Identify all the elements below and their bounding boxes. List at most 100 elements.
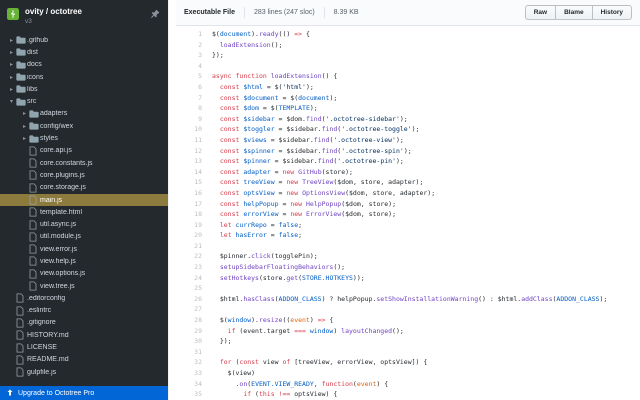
tree-item-history-md[interactable]: HISTORY.md bbox=[0, 329, 168, 341]
tree-item-readme-md[interactable]: README.md bbox=[0, 354, 168, 366]
line-number[interactable]: 26 bbox=[176, 294, 212, 305]
tree-item-label: adapters bbox=[40, 110, 68, 118]
line-number[interactable]: 32 bbox=[176, 357, 212, 368]
line-number[interactable]: 11 bbox=[176, 135, 212, 146]
chevron-right-icon[interactable]: ▸ bbox=[20, 123, 29, 130]
tree-item-icons[interactable]: ▸ icons bbox=[0, 71, 168, 83]
tree-item-core-plugins-js[interactable]: core.plugins.js bbox=[0, 169, 168, 181]
tree-item-main-js[interactable]: main.js bbox=[0, 193, 168, 207]
line-number[interactable]: 18 bbox=[176, 209, 212, 220]
line-number[interactable]: 29 bbox=[176, 326, 212, 337]
chevron-right-icon[interactable]: ▸ bbox=[7, 37, 16, 44]
folder-icon bbox=[16, 61, 27, 69]
line-content: let hasError = false; bbox=[219, 231, 303, 240]
line-number[interactable]: 14 bbox=[176, 167, 212, 178]
tree-item-gitignore[interactable]: .gitignore bbox=[0, 317, 168, 329]
line-number[interactable]: 27 bbox=[176, 304, 212, 315]
tree-item-editorconfig[interactable]: .editorconfig bbox=[0, 292, 168, 304]
sidebar-resize-gutter[interactable] bbox=[168, 0, 176, 400]
code-line: 19 let currRepo = false; bbox=[176, 220, 640, 231]
tree-item-core-api-js[interactable]: core.api.js bbox=[0, 145, 168, 157]
tree-item-core-storage-js[interactable]: core.storage.js bbox=[0, 182, 168, 194]
tree-item-styles[interactable]: ▸ styles bbox=[0, 132, 168, 144]
line-number[interactable]: 12 bbox=[176, 146, 212, 157]
file-mode-label: Executable File bbox=[184, 9, 235, 16]
tree-item-view-help-js[interactable]: view.help.js bbox=[0, 255, 168, 267]
line-number[interactable]: 13 bbox=[176, 156, 212, 167]
line-number[interactable]: 23 bbox=[176, 262, 212, 273]
tree-item-dist[interactable]: ▸ dist bbox=[0, 46, 168, 58]
line-number[interactable]: 25 bbox=[176, 283, 212, 294]
raw-button[interactable]: Raw bbox=[524, 5, 557, 20]
line-number[interactable]: 20 bbox=[176, 230, 212, 241]
tree-item-core-constants-js[interactable]: core.constants.js bbox=[0, 157, 168, 169]
chevron-right-icon[interactable]: ▸ bbox=[20, 135, 29, 142]
chevron-right-icon[interactable]: ▸ bbox=[7, 86, 16, 93]
blame-button[interactable]: Blame bbox=[555, 5, 593, 20]
line-number[interactable]: 31 bbox=[176, 347, 212, 358]
repo-title[interactable]: ovity / octotree bbox=[25, 7, 150, 16]
line-number[interactable]: 7 bbox=[176, 93, 212, 104]
tree-item-view-tree-js[interactable]: view.tree.js bbox=[0, 280, 168, 292]
line-number[interactable]: 35 bbox=[176, 389, 212, 400]
folder-icon bbox=[16, 36, 27, 44]
tree-item-libs[interactable]: ▸ libs bbox=[0, 83, 168, 95]
file-actions-group: Raw Blame History bbox=[524, 5, 632, 20]
line-number[interactable]: 6 bbox=[176, 82, 212, 93]
line-number[interactable]: 2 bbox=[176, 40, 212, 51]
code-line: 15 const treeView = new TreeView($dom, s… bbox=[176, 177, 640, 188]
tree-item-adapters[interactable]: ▸ adapters bbox=[0, 108, 168, 120]
line-number[interactable]: 30 bbox=[176, 336, 212, 347]
pin-icon[interactable] bbox=[150, 9, 160, 19]
upgrade-to-pro-banner[interactable]: Upgrade to Octotree Pro bbox=[0, 386, 168, 400]
chevron-right-icon[interactable]: ▸ bbox=[7, 49, 16, 56]
history-button[interactable]: History bbox=[591, 5, 632, 20]
tree-item-util-async-js[interactable]: util.async.js bbox=[0, 218, 168, 230]
tree-item-gulpfile-js[interactable]: gulpfile.js bbox=[0, 366, 168, 378]
tree-item-src[interactable]: ▾ src bbox=[0, 95, 168, 107]
line-content: setupSidebarFloatingBehaviors(); bbox=[219, 263, 346, 272]
file-icon bbox=[29, 195, 40, 205]
line-number[interactable]: 9 bbox=[176, 114, 212, 125]
tree-item-eslintrc[interactable]: .eslintrc bbox=[0, 305, 168, 317]
line-number[interactable]: 16 bbox=[176, 188, 212, 199]
tree-item-label: view.options.js bbox=[40, 270, 86, 278]
tree-item-config-wex[interactable]: ▸ config/wex bbox=[0, 120, 168, 132]
line-number[interactable]: 4 bbox=[176, 61, 212, 72]
line-content: const $toggler = $sidebar.find('.octotre… bbox=[219, 125, 420, 134]
line-number[interactable]: 15 bbox=[176, 177, 212, 188]
tree-item-label: .editorconfig bbox=[27, 294, 66, 302]
sidebar-header: ovity / octotree v3 bbox=[0, 0, 168, 29]
line-number[interactable]: 21 bbox=[176, 241, 212, 252]
line-number[interactable]: 1 bbox=[176, 29, 212, 40]
file-icon bbox=[29, 170, 40, 180]
line-number[interactable]: 22 bbox=[176, 251, 212, 262]
line-number[interactable]: 24 bbox=[176, 273, 212, 284]
line-number[interactable]: 10 bbox=[176, 124, 212, 135]
chevron-down-icon[interactable]: ▾ bbox=[7, 98, 16, 105]
tree-item-view-options-js[interactable]: view.options.js bbox=[0, 268, 168, 280]
line-number[interactable]: 8 bbox=[176, 103, 212, 114]
tree-item-github[interactable]: ▸ .github bbox=[0, 34, 168, 46]
line-content bbox=[212, 283, 640, 294]
tree-item-util-module-js[interactable]: util.module.js bbox=[0, 231, 168, 243]
tree-item-view-error-js[interactable]: view.error.js bbox=[0, 243, 168, 255]
line-number[interactable]: 33 bbox=[176, 368, 212, 379]
line-number[interactable]: 34 bbox=[176, 379, 212, 390]
tree-item-license[interactable]: LICENSE bbox=[0, 341, 168, 353]
chevron-right-icon[interactable]: ▸ bbox=[7, 74, 16, 81]
tree-item-docs[interactable]: ▸ docs bbox=[0, 59, 168, 71]
line-number[interactable]: 3 bbox=[176, 50, 212, 61]
line-number[interactable]: 5 bbox=[176, 71, 212, 82]
chevron-right-icon[interactable]: ▸ bbox=[20, 110, 29, 117]
line-number[interactable]: 28 bbox=[176, 315, 212, 326]
folder-icon bbox=[16, 98, 27, 106]
file-view: Executable File 283 lines (247 sloc) 8.3… bbox=[176, 0, 640, 400]
octotree-logo-icon[interactable] bbox=[7, 8, 19, 20]
line-number[interactable]: 17 bbox=[176, 199, 212, 210]
line-content: }); bbox=[212, 51, 224, 60]
chevron-right-icon[interactable]: ▸ bbox=[7, 61, 16, 68]
line-number[interactable]: 19 bbox=[176, 220, 212, 231]
tree-item-label: view.error.js bbox=[40, 245, 77, 253]
tree-item-template-html[interactable]: template.html bbox=[0, 206, 168, 218]
